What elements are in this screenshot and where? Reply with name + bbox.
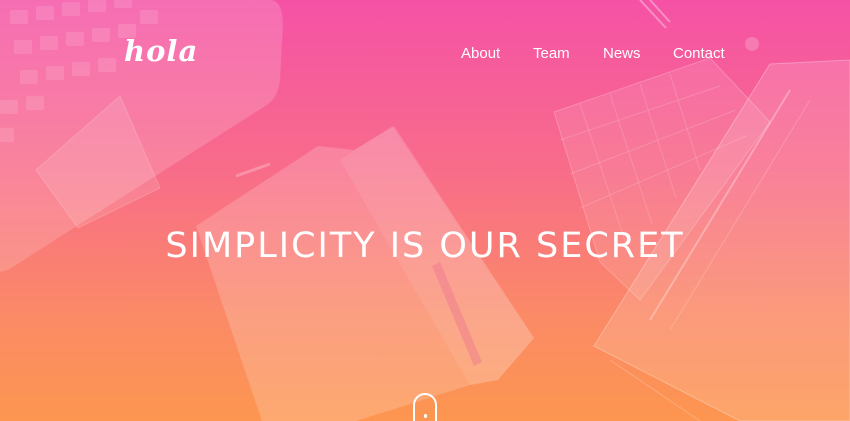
notebook-illustration	[196, 126, 534, 421]
main-navigation: About Team News Contact	[0, 45, 850, 65]
mouse-scroll-icon[interactable]	[413, 393, 437, 421]
hero-headline: SIMPLICITY IS OUR SECRET	[165, 226, 685, 266]
nav-link-about[interactable]: About	[461, 45, 500, 62]
nav-link-team[interactable]: Team	[533, 45, 570, 62]
scroll-wheel-dot	[424, 414, 427, 418]
nav-link-contact[interactable]: Contact	[673, 45, 725, 62]
hero-section: hola About Team News Contact SIMPLICITY …	[0, 0, 850, 421]
nav-link-news[interactable]: News	[603, 45, 641, 62]
